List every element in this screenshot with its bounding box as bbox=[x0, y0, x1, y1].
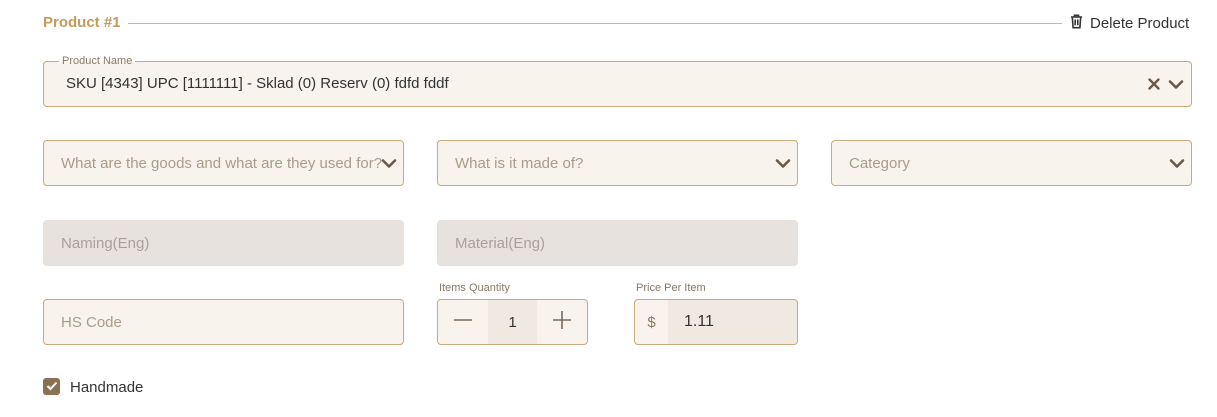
made-of-select[interactable]: What is it made of? bbox=[437, 140, 798, 186]
hs-code-input[interactable]: HS Code bbox=[43, 299, 404, 345]
delete-product-label: Delete Product bbox=[1090, 14, 1190, 32]
goods-purpose-select[interactable]: What are the goods and what are they use… bbox=[43, 140, 404, 186]
quantity-value[interactable]: 1 bbox=[488, 300, 537, 344]
product-name-legend: Product Name bbox=[59, 55, 136, 68]
quantity-stepper: 1 bbox=[437, 299, 588, 345]
section-divider bbox=[128, 23, 1062, 24]
chevron-down-icon[interactable] bbox=[381, 157, 397, 169]
plus-icon bbox=[552, 310, 572, 335]
material-eng-placeholder: Material(Eng) bbox=[455, 234, 546, 252]
chevron-down-icon[interactable] bbox=[775, 157, 791, 169]
naming-eng-input[interactable]: Naming(Eng) bbox=[43, 220, 404, 266]
chevron-down-icon[interactable] bbox=[1169, 157, 1185, 169]
delete-product-button[interactable]: Delete Product bbox=[1070, 13, 1189, 33]
check-icon bbox=[46, 378, 58, 396]
price-input[interactable]: $ 1.11 bbox=[634, 299, 798, 345]
trash-icon bbox=[1070, 14, 1083, 33]
naming-eng-placeholder: Naming(Eng) bbox=[61, 234, 150, 252]
increment-button[interactable] bbox=[537, 300, 587, 344]
price-value[interactable]: 1.11 bbox=[668, 300, 797, 344]
handmade-label: Handmade bbox=[70, 379, 144, 396]
product-name-value: SKU [4343] UPC [1111111] - Sklad (0) Res… bbox=[66, 75, 449, 92]
chevron-down-icon[interactable] bbox=[1168, 78, 1184, 90]
product-section-title: Product #1 bbox=[43, 14, 121, 31]
items-quantity-label: Items Quantity bbox=[439, 282, 510, 294]
decrement-button[interactable] bbox=[438, 300, 488, 344]
currency-symbol: $ bbox=[647, 313, 656, 331]
category-select[interactable]: Category bbox=[831, 140, 1192, 186]
hs-code-placeholder: HS Code bbox=[61, 313, 122, 331]
goods-purpose-placeholder: What are the goods and what are they use… bbox=[61, 154, 383, 172]
category-placeholder: Category bbox=[849, 154, 910, 172]
handmade-checkbox[interactable] bbox=[43, 378, 60, 395]
material-eng-input[interactable]: Material(Eng) bbox=[437, 220, 798, 266]
price-per-item-label: Price Per Item bbox=[636, 282, 706, 294]
clear-icon[interactable] bbox=[1147, 77, 1161, 91]
made-of-placeholder: What is it made of? bbox=[455, 154, 584, 172]
minus-icon bbox=[453, 310, 473, 335]
